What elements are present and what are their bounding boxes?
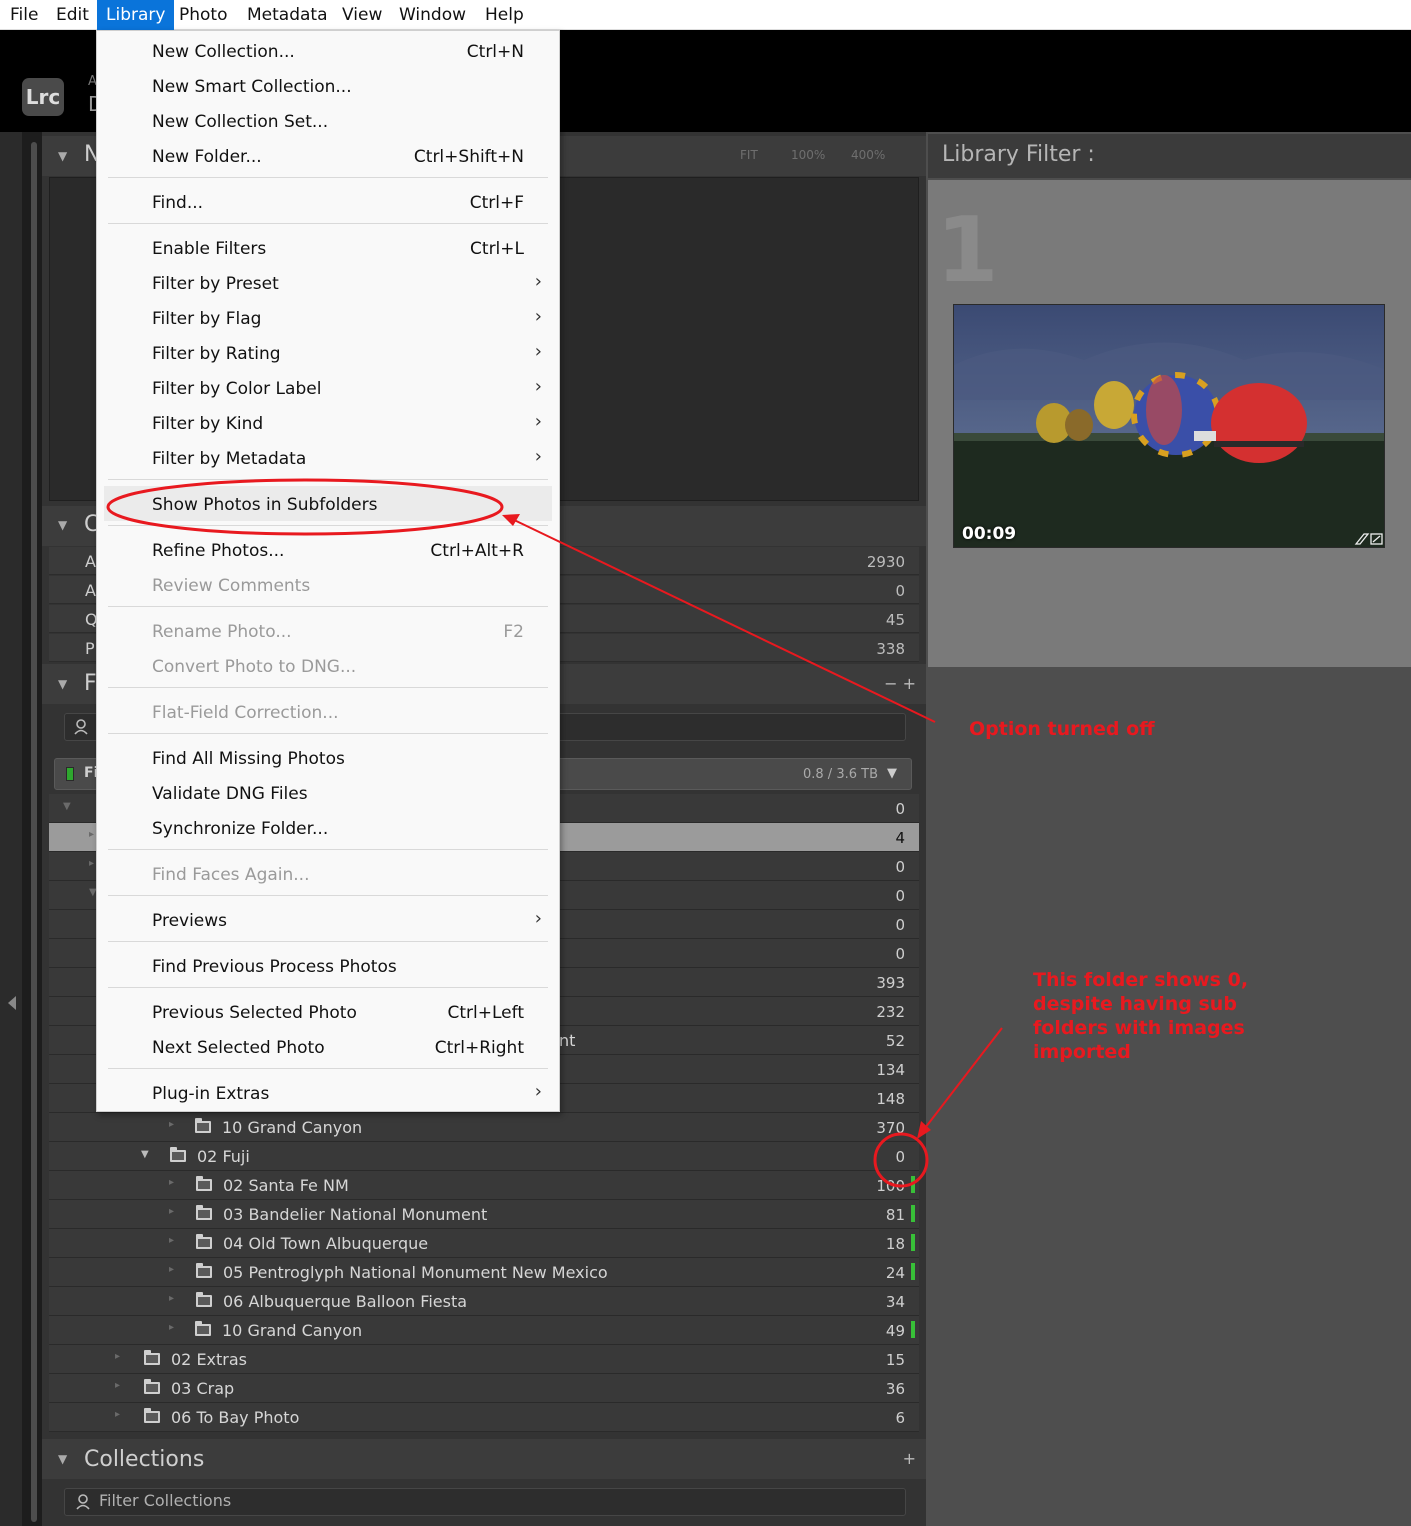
annotation-overlay (106, 478, 1003, 1188)
annotation-circle-count (873, 1132, 929, 1188)
annotation-folder-note-line: despite having sub (1033, 993, 1237, 1015)
annotation-option-off: Option turned off (969, 718, 1155, 740)
annotation-folder-note-line: imported (1033, 1041, 1131, 1063)
annotation-arrow-line (921, 1027, 1003, 1133)
annotation-ellipse-menu-item (106, 478, 504, 536)
annotation-folder-note-line: folders with images (1033, 1017, 1245, 1039)
annotation-folder-note-line: This folder shows 0, (1033, 969, 1249, 991)
annotation-arrowhead (502, 514, 520, 526)
annotation-arrow-line (509, 517, 936, 723)
